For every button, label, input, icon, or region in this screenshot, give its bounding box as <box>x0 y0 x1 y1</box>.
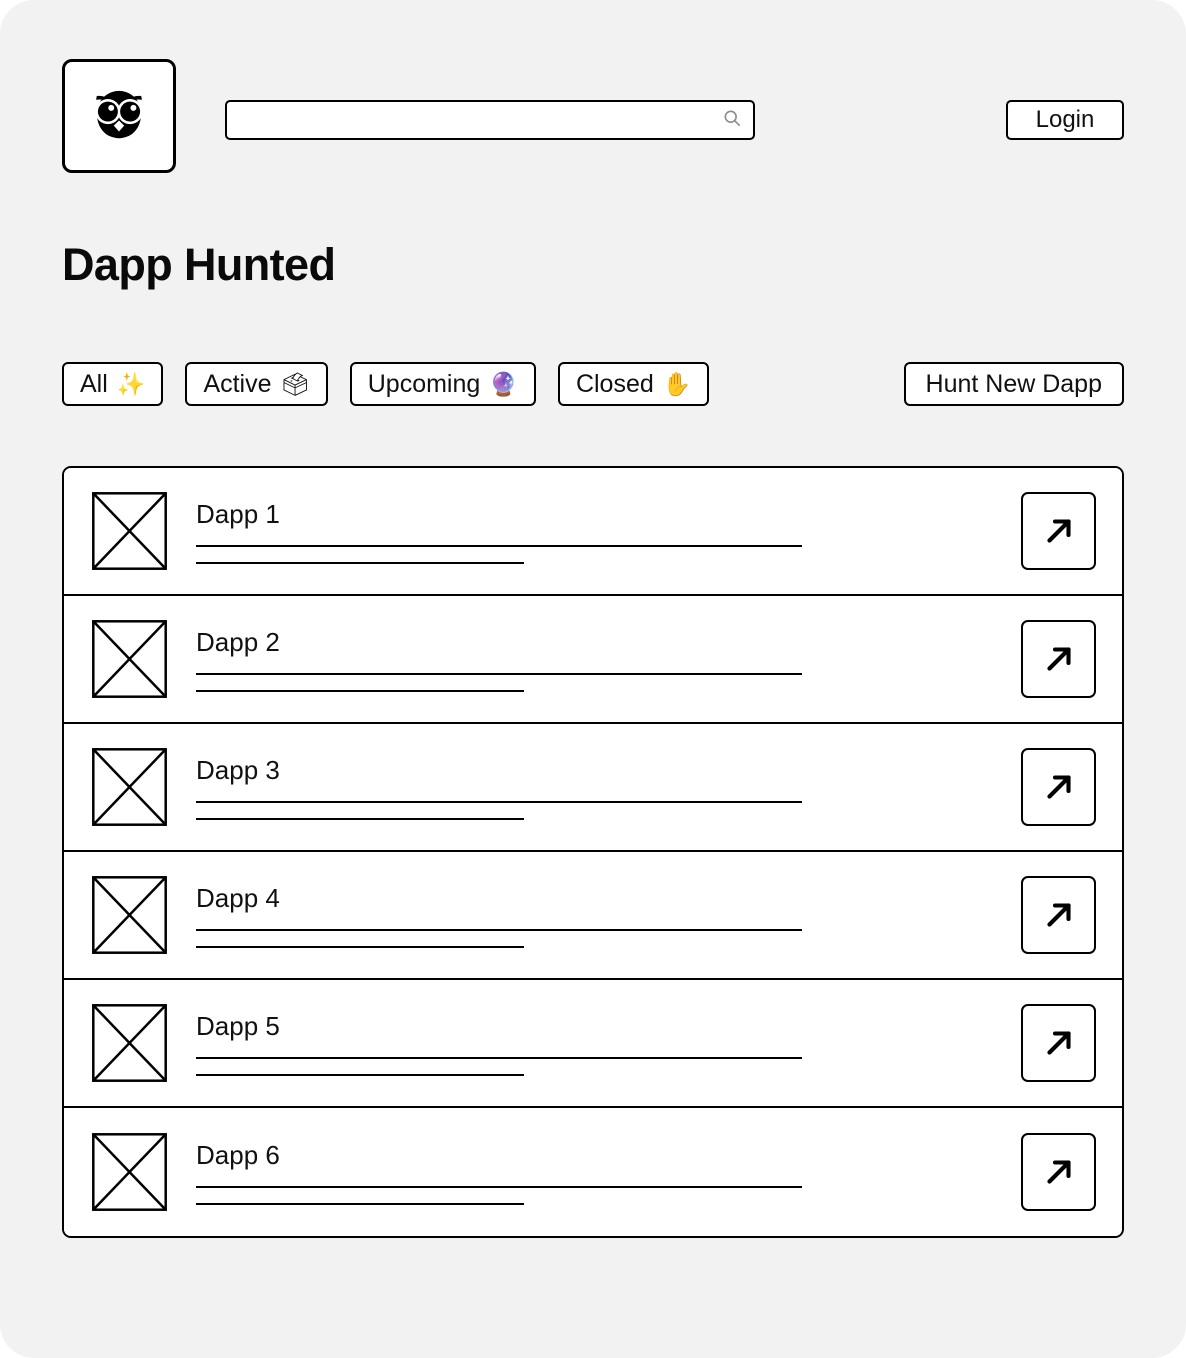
login-button[interactable]: Login <box>1006 100 1124 140</box>
placeholder-line-short <box>196 946 524 949</box>
row-body: Dapp 1 <box>196 498 1021 565</box>
filter-label: All <box>80 369 108 398</box>
search-icon[interactable] <box>723 109 741 132</box>
image-placeholder-icon <box>92 1133 167 1211</box>
image-placeholder-icon <box>92 492 167 570</box>
filter-row: All ✨ Active 🗳 Upcoming 🔮 Closed ✋ Hunt … <box>62 362 1124 406</box>
row-body: Dapp 4 <box>196 882 1021 949</box>
search-input[interactable] <box>241 102 717 138</box>
search-bar[interactable] <box>225 100 755 140</box>
hunt-new-dapp-button[interactable]: Hunt New Dapp <box>903 362 1124 406</box>
filter-label: Closed <box>575 369 654 398</box>
arrow-up-right-icon <box>1040 896 1078 934</box>
table-row[interactable]: Dapp 3 <box>64 724 1122 852</box>
logo-button[interactable] <box>62 59 176 173</box>
placeholder-line-short <box>196 562 524 565</box>
row-body: Dapp 3 <box>196 754 1021 821</box>
table-row[interactable]: Dapp 6 <box>64 1108 1122 1236</box>
header: Login <box>62 59 1124 179</box>
owl-logo-icon <box>82 79 156 153</box>
filter-label: Active <box>203 369 272 398</box>
filter-chip-all[interactable]: All ✨ <box>62 362 164 406</box>
placeholder-line-long <box>196 673 802 676</box>
sparkles-icon: ✨ <box>116 370 146 397</box>
row-body: Dapp 2 <box>196 626 1021 693</box>
arrow-up-right-icon <box>1040 1153 1078 1191</box>
app-root: Login Dapp Hunted All ✨ Active 🗳 Upcomin… <box>0 0 1186 1358</box>
image-placeholder-icon <box>92 620 167 698</box>
row-body: Dapp 6 <box>196 1139 1021 1206</box>
page-title: Dapp Hunted <box>62 239 336 290</box>
arrow-up-right-icon <box>1040 1024 1078 1062</box>
placeholder-line-short <box>196 1074 524 1077</box>
search-field[interactable] <box>225 100 755 140</box>
dapp-title: Dapp 3 <box>196 754 280 785</box>
filter-chip-active[interactable]: Active 🗳 <box>185 362 328 406</box>
table-row[interactable]: Dapp 4 <box>64 852 1122 980</box>
placeholder-line-long <box>196 929 802 932</box>
open-dapp-button[interactable] <box>1021 620 1096 698</box>
filter-chip-upcoming[interactable]: Upcoming 🔮 <box>349 362 536 406</box>
open-dapp-button[interactable] <box>1021 748 1096 826</box>
arrow-up-right-icon <box>1040 768 1078 806</box>
arrow-up-right-icon <box>1040 512 1078 550</box>
open-dapp-button[interactable] <box>1021 1004 1096 1082</box>
dapp-title: Dapp 2 <box>196 626 280 657</box>
table-row[interactable]: Dapp 5 <box>64 980 1122 1108</box>
open-dapp-button[interactable] <box>1021 876 1096 954</box>
raised-hand-icon: ✋ <box>662 370 692 397</box>
image-placeholder-icon <box>92 748 167 826</box>
open-dapp-button[interactable] <box>1021 1133 1096 1211</box>
table-row[interactable]: Dapp 2 <box>64 596 1122 724</box>
placeholder-line-long <box>196 1057 802 1060</box>
filter-chip-closed[interactable]: Closed ✋ <box>557 362 710 406</box>
arrow-up-right-icon <box>1040 640 1078 678</box>
placeholder-line-long <box>196 801 802 804</box>
placeholder-line-long <box>196 545 802 548</box>
ballot-box-icon: 🗳 <box>280 370 310 397</box>
placeholder-line-short <box>196 690 524 693</box>
image-placeholder-icon <box>92 876 167 954</box>
placeholder-line-short <box>196 818 524 821</box>
dapp-list: Dapp 1 Dapp 2 Dapp 3 Dapp 4 Dapp 5 Dapp … <box>62 466 1124 1238</box>
table-row[interactable]: Dapp 1 <box>64 468 1122 596</box>
crystal-ball-icon: 🔮 <box>489 370 518 397</box>
row-body: Dapp 5 <box>196 1010 1021 1077</box>
dapp-title: Dapp 6 <box>196 1139 280 1170</box>
dapp-title: Dapp 1 <box>196 498 280 529</box>
image-placeholder-icon <box>92 1004 167 1082</box>
dapp-title: Dapp 4 <box>196 882 280 913</box>
placeholder-line-long <box>196 1186 802 1189</box>
placeholder-line-short <box>196 1203 524 1206</box>
dapp-title: Dapp 5 <box>196 1010 280 1041</box>
open-dapp-button[interactable] <box>1021 492 1096 570</box>
filter-label: Upcoming <box>367 369 481 398</box>
